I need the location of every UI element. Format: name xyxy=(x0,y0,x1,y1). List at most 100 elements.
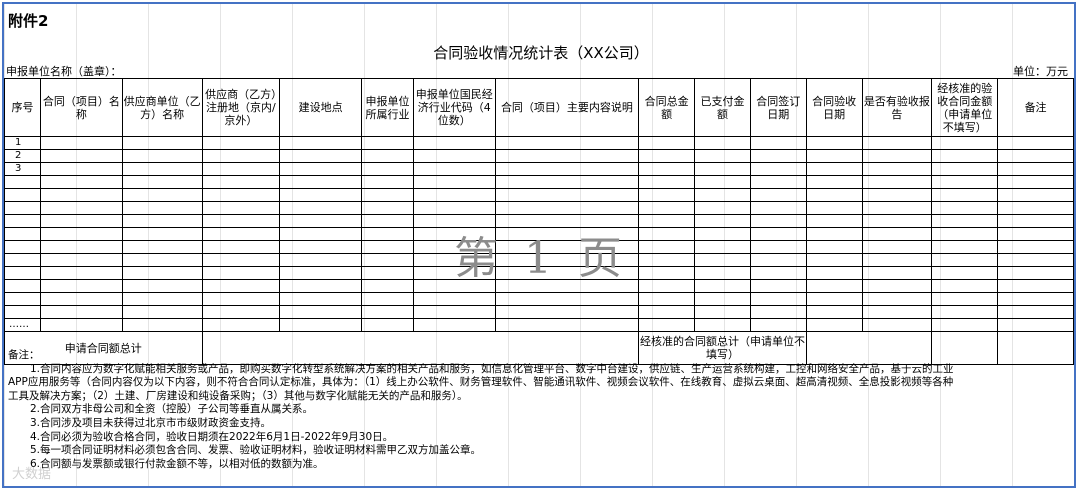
table-cell[interactable] xyxy=(494,175,640,189)
table-cell[interactable] xyxy=(694,136,751,150)
table-cell[interactable] xyxy=(931,318,999,332)
table-cell[interactable] xyxy=(39,318,123,332)
table-cell[interactable] xyxy=(931,162,999,176)
table-cell[interactable] xyxy=(638,188,696,202)
table-cell[interactable] xyxy=(694,188,751,202)
table-cell[interactable] xyxy=(931,227,999,241)
row-number-cell[interactable] xyxy=(4,188,41,202)
table-cell[interactable] xyxy=(39,162,123,176)
table-cell[interactable] xyxy=(694,201,751,215)
table-cell[interactable] xyxy=(361,240,414,254)
table-cell[interactable] xyxy=(638,136,696,150)
table-cell[interactable] xyxy=(39,279,123,293)
table-cell[interactable] xyxy=(121,240,203,254)
table-cell[interactable] xyxy=(997,279,1074,293)
table-cell[interactable] xyxy=(861,214,933,228)
table-cell[interactable] xyxy=(201,305,281,319)
table-cell[interactable] xyxy=(861,188,933,202)
table-cell[interactable] xyxy=(201,292,281,306)
table-cell[interactable] xyxy=(805,305,863,319)
table-cell[interactable] xyxy=(201,266,281,280)
table-cell[interactable] xyxy=(494,162,640,176)
table-cell[interactable] xyxy=(997,240,1074,254)
table-cell[interactable] xyxy=(749,253,807,267)
table-cell[interactable] xyxy=(694,253,751,267)
table-cell[interactable] xyxy=(638,175,696,189)
table-cell[interactable] xyxy=(361,149,414,163)
table-cell[interactable] xyxy=(694,305,751,319)
table-cell[interactable] xyxy=(201,188,281,202)
table-cell[interactable] xyxy=(279,214,363,228)
table-cell[interactable] xyxy=(412,214,496,228)
table-cell[interactable] xyxy=(861,253,933,267)
row-number-cell[interactable] xyxy=(4,305,41,319)
table-cell[interactable] xyxy=(638,279,696,293)
table-cell[interactable] xyxy=(494,240,640,254)
table-cell[interactable] xyxy=(694,162,751,176)
table-cell[interactable] xyxy=(121,227,203,241)
table-cell[interactable] xyxy=(494,266,640,280)
table-cell[interactable] xyxy=(749,266,807,280)
row-number-cell[interactable]: 1 xyxy=(4,136,41,150)
table-cell[interactable] xyxy=(412,136,496,150)
table-cell[interactable] xyxy=(997,266,1074,280)
table-cell[interactable] xyxy=(412,318,496,332)
table-cell[interactable] xyxy=(861,266,933,280)
table-cell[interactable] xyxy=(361,227,414,241)
table-cell[interactable] xyxy=(121,162,203,176)
table-cell[interactable] xyxy=(694,279,751,293)
table-cell[interactable] xyxy=(694,240,751,254)
table-cell[interactable] xyxy=(201,162,281,176)
table-cell[interactable] xyxy=(494,188,640,202)
table-cell[interactable] xyxy=(494,214,640,228)
table-cell[interactable] xyxy=(861,175,933,189)
table-cell[interactable] xyxy=(201,240,281,254)
table-cell[interactable] xyxy=(121,214,203,228)
row-number-cell[interactable] xyxy=(4,279,41,293)
table-cell[interactable] xyxy=(805,136,863,150)
table-cell[interactable] xyxy=(694,266,751,280)
table-cell[interactable] xyxy=(361,253,414,267)
table-cell[interactable] xyxy=(638,240,696,254)
table-cell[interactable] xyxy=(638,214,696,228)
row-number-cell[interactable]: 3 xyxy=(4,162,41,176)
table-cell[interactable] xyxy=(931,188,999,202)
table-cell[interactable] xyxy=(39,188,123,202)
table-cell[interactable] xyxy=(201,227,281,241)
table-cell[interactable] xyxy=(861,318,933,332)
table-cell[interactable] xyxy=(121,292,203,306)
table-cell[interactable] xyxy=(201,318,281,332)
table-cell[interactable] xyxy=(279,240,363,254)
table-cell[interactable] xyxy=(749,162,807,176)
table-cell[interactable] xyxy=(412,201,496,215)
table-cell[interactable] xyxy=(931,149,999,163)
row-number-cell[interactable] xyxy=(4,175,41,189)
table-cell[interactable] xyxy=(805,240,863,254)
table-cell[interactable] xyxy=(121,149,203,163)
table-cell[interactable] xyxy=(39,149,123,163)
table-cell[interactable] xyxy=(997,214,1074,228)
table-cell[interactable] xyxy=(39,240,123,254)
table-cell[interactable] xyxy=(805,292,863,306)
table-cell[interactable] xyxy=(861,201,933,215)
table-cell[interactable] xyxy=(805,175,863,189)
table-cell[interactable] xyxy=(494,318,640,332)
table-cell[interactable] xyxy=(997,318,1074,332)
table-cell[interactable] xyxy=(121,188,203,202)
table-cell[interactable] xyxy=(494,136,640,150)
table-cell[interactable] xyxy=(412,279,496,293)
table-cell[interactable] xyxy=(638,149,696,163)
table-cell[interactable] xyxy=(361,266,414,280)
table-cell[interactable] xyxy=(997,227,1074,241)
table-cell[interactable] xyxy=(201,279,281,293)
table-cell[interactable] xyxy=(997,162,1074,176)
table-cell[interactable] xyxy=(412,162,496,176)
table-cell[interactable] xyxy=(121,318,203,332)
table-cell[interactable] xyxy=(694,175,751,189)
table-cell[interactable] xyxy=(201,201,281,215)
table-cell[interactable] xyxy=(412,266,496,280)
table-cell[interactable] xyxy=(997,201,1074,215)
table-cell[interactable] xyxy=(749,175,807,189)
table-cell[interactable] xyxy=(494,253,640,267)
table-cell[interactable] xyxy=(201,175,281,189)
